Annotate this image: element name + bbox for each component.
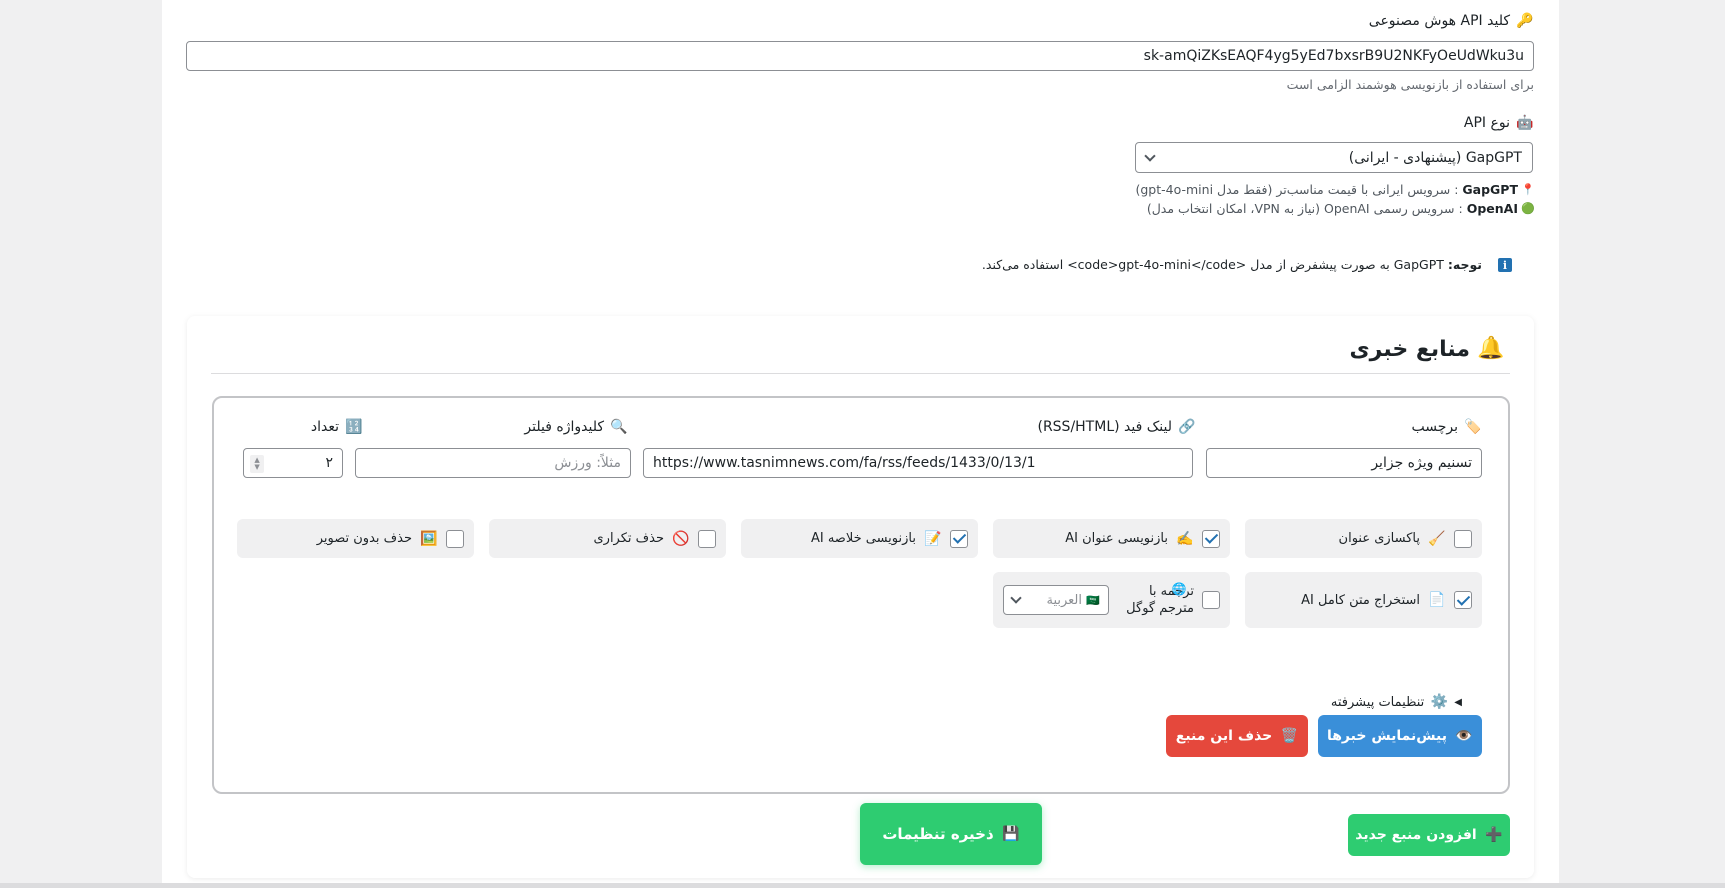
tag-icon: 🏷️: [1464, 419, 1482, 435]
translate-language-select[interactable]: 🇸🇦 العربية: [1003, 585, 1109, 615]
pin-icon: 📍: [1521, 182, 1535, 196]
api-type-label: 🤖 نوع API: [1463, 115, 1534, 131]
api-type-select[interactable]: GapGPT (پیشنهادی - ایرانی): [1135, 142, 1533, 173]
add-new-source-button[interactable]: ➕ افزودن منبع جدید: [1348, 814, 1510, 856]
memo-icon: 📝: [924, 530, 942, 547]
tag-label: 🏷️ برچسب: [1411, 419, 1482, 435]
trash-icon: 🗑️: [1280, 728, 1298, 744]
google-translate-checkbox[interactable]: [1202, 591, 1220, 609]
gear-icon: ⚙️: [1430, 694, 1449, 710]
triangle-left-icon: ◀: [1454, 696, 1462, 708]
document-icon: 📄: [1428, 592, 1446, 608]
globe-icon: 🌐: [1171, 582, 1187, 596]
news-sources-card: 🔔 منابع خبری 🏷️ برچسب 🔗 لینک فید (RSS/HT…: [187, 316, 1534, 878]
preview-news-button[interactable]: 👁️ پیش‌نمایش خبرها: [1318, 715, 1482, 757]
writing-hand-icon: ✍️: [1176, 530, 1194, 547]
tag-input[interactable]: تسنیم ویژه جزایر: [1206, 448, 1482, 478]
bottom-scroll-bar: [0, 883, 1725, 888]
count-label: 🔢 تعداد: [310, 419, 363, 435]
clean-title-checkbox[interactable]: [1454, 529, 1472, 548]
default-model-notice: توجه: GapGPT به صورت پیشفرض از مدل <code…: [981, 257, 1482, 272]
green-circle-icon: 🟢: [1521, 201, 1535, 215]
picture-icon: 🖼️: [420, 530, 438, 547]
option-remove-duplicates[interactable]: 🚫 حذف تکراری: [489, 519, 726, 558]
title-divider: [211, 373, 1510, 374]
option-remove-no-image[interactable]: 🖼️ حذف بدون تصویر: [237, 519, 474, 558]
news-sources-title: 🔔 منابع خبری: [1349, 336, 1505, 362]
extract-full-text-checkbox[interactable]: [1454, 591, 1472, 609]
robot-icon: 🤖: [1516, 115, 1534, 131]
advanced-settings-toggle[interactable]: ◀ ⚙️ تنظیمات پیشرفته: [1331, 693, 1462, 711]
api-key-input[interactable]: sk-amQiZKsEAQF4yg5yEd7bxsrB9U2NKFyOeUdWk…: [186, 41, 1534, 71]
prohibited-icon: 🚫: [672, 530, 690, 547]
option-google-translate[interactable]: ترجمه با مترجم گوگل 🌐 🇸🇦 العربية: [993, 572, 1230, 628]
api-key-help: برای استفاده از بازنویسی هوشمند الزامی ا…: [1286, 77, 1534, 92]
rewrite-title-checkbox[interactable]: [1202, 529, 1220, 548]
key-icon: 🔑: [1516, 13, 1534, 29]
chevron-down-icon: [1010, 592, 1022, 604]
remove-no-image-checkbox[interactable]: [446, 529, 464, 548]
option-rewrite-summary[interactable]: 📝 بازنویسی خلاصه AI: [741, 519, 978, 558]
plus-icon: ➕: [1485, 827, 1503, 843]
save-settings-button[interactable]: 💾 ذخیره تنظیمات: [860, 803, 1042, 865]
count-input[interactable]: ۲ ▲ ▼: [243, 448, 343, 478]
rewrite-summary-checkbox[interactable]: [950, 529, 968, 548]
chevron-down-icon: [1144, 149, 1156, 162]
option-rewrite-title[interactable]: ✍️ بازنویسی عنوان AI: [993, 519, 1230, 558]
numbers-icon: 🔢: [345, 419, 363, 435]
api-note-gapgpt: 📍 GapGPT: سرویس ایرانی با قیمت مناسب‌تر …: [1135, 181, 1535, 197]
feed-url-input[interactable]: https://www.tasnimnews.com/fa/rss/feeds/…: [643, 448, 1193, 478]
option-clean-title[interactable]: 🧹 پاکسازی عنوان: [1245, 519, 1482, 558]
option-extract-full-text[interactable]: 📄 استخراج متن کامل AI: [1245, 572, 1482, 628]
bell-icon: 🔔: [1477, 336, 1505, 361]
delete-source-button[interactable]: 🗑️ حذف این منبع: [1166, 715, 1308, 757]
keyword-filter-label: 🔍 کلیدواژه فیلتر: [524, 419, 628, 435]
api-key-label: 🔑 کلید API هوش مصنوعی: [1368, 13, 1534, 29]
keyword-filter-input[interactable]: مثلاً: ورزش: [355, 448, 631, 478]
flag-icon: 🇸🇦: [1086, 593, 1100, 607]
floppy-disk-icon: 💾: [1001, 826, 1020, 842]
feed-link-label: 🔗 لینک فید (RSS/HTML): [1037, 419, 1196, 435]
link-icon: 🔗: [1178, 419, 1196, 435]
number-stepper[interactable]: ▲ ▼: [250, 455, 264, 473]
eye-icon: 👁️: [1455, 728, 1473, 744]
source-item: 🏷️ برچسب 🔗 لینک فید (RSS/HTML) 🔍 کلیدواژ…: [212, 396, 1510, 794]
api-note-openai: 🟢 OpenAI: سرویس رسمی OpenAI (نیاز به VPN…: [1146, 200, 1535, 216]
search-icon: 🔍: [610, 419, 628, 435]
remove-duplicates-checkbox[interactable]: [698, 529, 716, 548]
broom-icon: 🧹: [1428, 530, 1446, 547]
info-icon: i: [1498, 258, 1512, 272]
